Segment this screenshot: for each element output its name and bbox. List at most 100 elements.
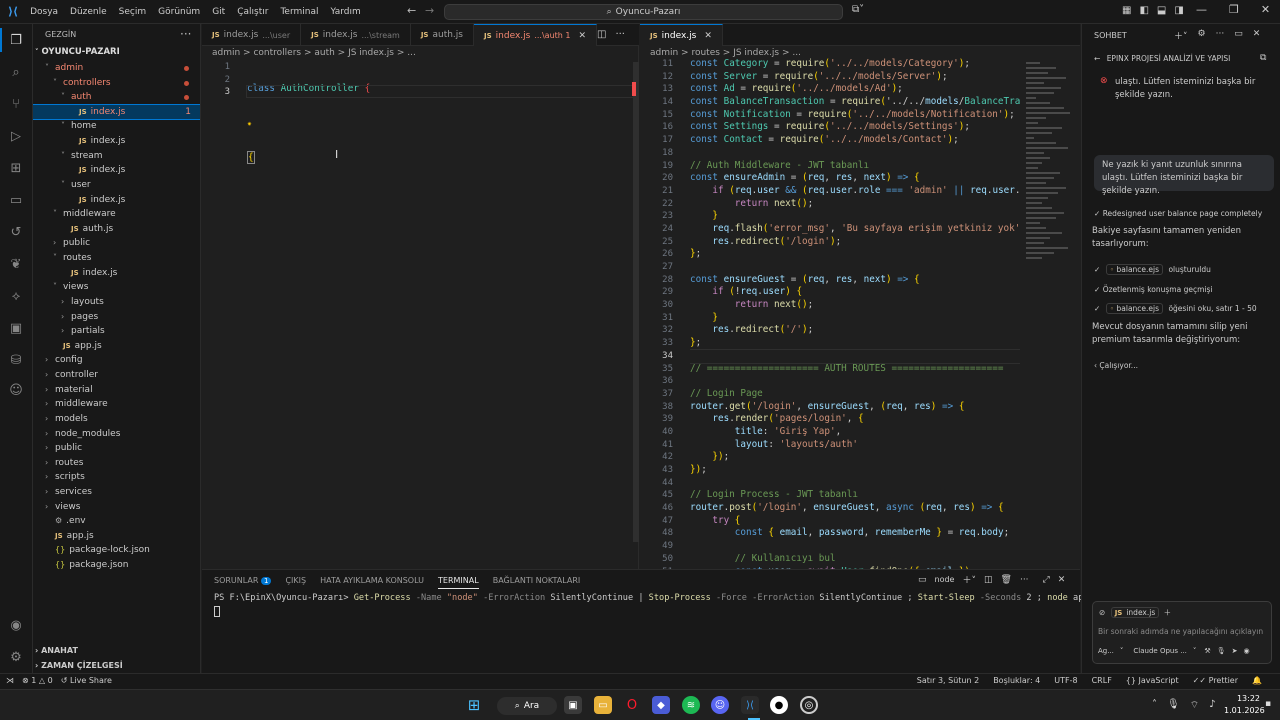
tree-item[interactable]: ˅ home: [33, 119, 200, 134]
tree-item[interactable]: › pages: [33, 310, 200, 325]
panel-tab-1[interactable]: ÇIKIŞ: [285, 576, 306, 589]
explorer-icon[interactable]: ❐: [6, 30, 26, 50]
tree-item[interactable]: › middleware: [33, 397, 200, 412]
terminal-output[interactable]: PS F:\EpinX\Oyuncu-Pazarı> Get-Process -…: [214, 593, 1104, 603]
copilot-icon[interactable]: ⧉˅: [852, 4, 864, 15]
command-center[interactable]: ⌕ Oyuncu-Pazarı: [444, 4, 843, 20]
opera-icon[interactable]: O: [623, 696, 641, 714]
minimize-icon[interactable]: —: [1196, 3, 1207, 16]
volume-icon[interactable]: ♪: [1209, 699, 1215, 712]
remote-explorer-icon[interactable]: ▭: [6, 190, 26, 210]
add-context-icon[interactable]: ＋: [1164, 608, 1172, 617]
more-actions-icon[interactable]: ···: [180, 27, 191, 41]
new-chat-icon[interactable]: ＋˅: [1174, 29, 1188, 42]
layout-customize-icon[interactable]: ▦: [1122, 5, 1131, 16]
tab-editor_left-3[interactable]: JS index.js ...\auth 1 ✕: [474, 24, 598, 46]
tree-item[interactable]: › scripts: [33, 470, 200, 485]
extensions-icon[interactable]: ⊞: [6, 158, 26, 178]
agent-select[interactable]: Ag...: [1098, 647, 1114, 655]
containers-icon[interactable]: ▣: [6, 318, 26, 338]
chat-input-box[interactable]: ⊘ JS index.js ＋ Bir sonraki adımda ne yap…: [1092, 601, 1272, 664]
chat-input-placeholder[interactable]: Bir sonraki adımda ne yapılacağını açıkl…: [1098, 627, 1263, 636]
chevron-up-icon[interactable]: ˄: [1152, 699, 1157, 712]
timeline-section[interactable]: › ZAMAN ÇİZELGESİ: [35, 661, 123, 670]
task-view-icon[interactable]: ▣: [564, 696, 582, 714]
new-window-icon[interactable]: ⧉: [1260, 53, 1266, 63]
tree-item[interactable]: JS app.js: [33, 529, 200, 544]
tree-item[interactable]: › views: [33, 500, 200, 515]
tree-item[interactable]: › config: [33, 353, 200, 368]
tree-item[interactable]: ˅ controllers: [33, 76, 200, 91]
code-area[interactable]: const Category = require('../../models/C…: [690, 58, 1020, 578]
context-chip[interactable]: JS index.js: [1110, 607, 1160, 618]
tree-item[interactable]: ˅ stream: [33, 149, 200, 164]
clock[interactable]: 13:22 1.01.2026: [1224, 693, 1265, 717]
microphone-icon[interactable]: 🎙: [1167, 699, 1180, 712]
close-panel-icon[interactable]: ✕: [1058, 575, 1066, 585]
source-control-icon[interactable]: ⑂: [6, 94, 26, 114]
end-of-line[interactable]: CRLF: [1092, 676, 1112, 685]
tree-item[interactable]: JS index.js: [33, 163, 200, 178]
language-mode[interactable]: {} JavaScript: [1126, 676, 1179, 685]
tree-item[interactable]: › node_modules: [33, 427, 200, 442]
menu-2[interactable]: Seçim: [113, 7, 152, 17]
new-terminal-icon[interactable]: ＋˅: [962, 573, 976, 586]
github-icon[interactable]: ●: [770, 696, 788, 714]
code-area[interactable]: class AuthController { ✷ {: [247, 61, 370, 187]
mongodb-icon[interactable]: ❦: [6, 254, 26, 274]
toggle-secondary-sidebar-icon[interactable]: ◨: [1174, 5, 1183, 16]
tree-item[interactable]: JS app.js: [33, 339, 200, 354]
encoding[interactable]: UTF-8: [1054, 676, 1077, 685]
tab-editor_left-0[interactable]: JS index.js ...\user: [202, 24, 302, 46]
toggle-sidebar-icon[interactable]: ◧: [1139, 5, 1148, 16]
tree-item[interactable]: › controller: [33, 368, 200, 383]
send-icon[interactable]: ➤: [1232, 647, 1238, 655]
split-editor-icon[interactable]: ◫: [597, 29, 606, 40]
menu-6[interactable]: Terminal: [274, 7, 324, 17]
settings-gear-icon[interactable]: ⚙: [1198, 29, 1206, 42]
notification-center-icon[interactable]: ▪: [1265, 699, 1271, 709]
tab-editor_left-1[interactable]: JS index.js ...\stream: [301, 24, 411, 46]
discord-icon[interactable]: ☺: [711, 696, 729, 714]
store-icon[interactable]: ◆: [652, 696, 670, 714]
close-icon[interactable]: ✕: [1253, 29, 1261, 42]
file-chip[interactable]: ◦ balance.ejs: [1105, 303, 1164, 314]
back-icon[interactable]: ←: [407, 4, 416, 17]
more-actions-icon[interactable]: ···: [615, 29, 625, 40]
tree-item[interactable]: › public: [33, 236, 200, 251]
close-icon[interactable]: ✕: [704, 31, 712, 41]
kill-terminal-icon[interactable]: 🗑: [1001, 575, 1012, 585]
panel-tab-3[interactable]: TERMINAL: [438, 576, 479, 589]
chrome-icon[interactable]: ◎: [800, 696, 818, 714]
run-debug-icon[interactable]: ▷: [6, 126, 26, 146]
menu-7[interactable]: Yardım: [324, 7, 366, 17]
lightbulb-icon[interactable]: ✷: [247, 119, 252, 128]
tree-item[interactable]: JS index.js: [33, 193, 200, 208]
database-icon[interactable]: ⛁: [6, 350, 26, 370]
tree-item[interactable]: JS auth.js: [33, 222, 200, 237]
outline-section[interactable]: › ANAHAT: [35, 646, 78, 655]
tree-item[interactable]: ˅ routes: [33, 251, 200, 266]
attach-icon[interactable]: ⊘: [1099, 608, 1105, 617]
breadcrumb[interactable]: admin > controllers > auth > JS index.js…: [212, 48, 416, 58]
tree-item[interactable]: › layouts: [33, 295, 200, 310]
breadcrumb[interactable]: admin > routes > JS index.js > ...: [650, 48, 801, 58]
file-chip[interactable]: ◦ balance.ejs: [1105, 264, 1164, 275]
menu-5[interactable]: Çalıştır: [231, 7, 274, 17]
more-actions-icon[interactable]: ···: [1216, 29, 1225, 42]
tree-item[interactable]: {} package-lock.json: [33, 543, 200, 558]
panel-tab-0[interactable]: SORUNLAR 1: [214, 576, 272, 589]
more-actions-icon[interactable]: ···: [1020, 575, 1029, 585]
tree-item[interactable]: › services: [33, 485, 200, 500]
maximize-icon[interactable]: ❐: [1229, 3, 1239, 16]
terminal-name[interactable]: node: [935, 575, 955, 584]
settings-gear-icon[interactable]: ⚙: [6, 647, 26, 667]
taskbar-search[interactable]: ⌕ Ara: [497, 697, 557, 715]
tree-item[interactable]: › routes: [33, 456, 200, 471]
copilot-chat-icon[interactable]: ☺: [6, 380, 26, 400]
tree-item[interactable]: ˅ admin: [33, 61, 200, 76]
tab-editor_left-2[interactable]: JS auth.js: [411, 24, 474, 46]
panel-tab-4[interactable]: BAĞLANTI NOKTALARI: [493, 576, 581, 589]
menu-1[interactable]: Düzenle: [64, 7, 113, 17]
tree-item[interactable]: › models: [33, 412, 200, 427]
